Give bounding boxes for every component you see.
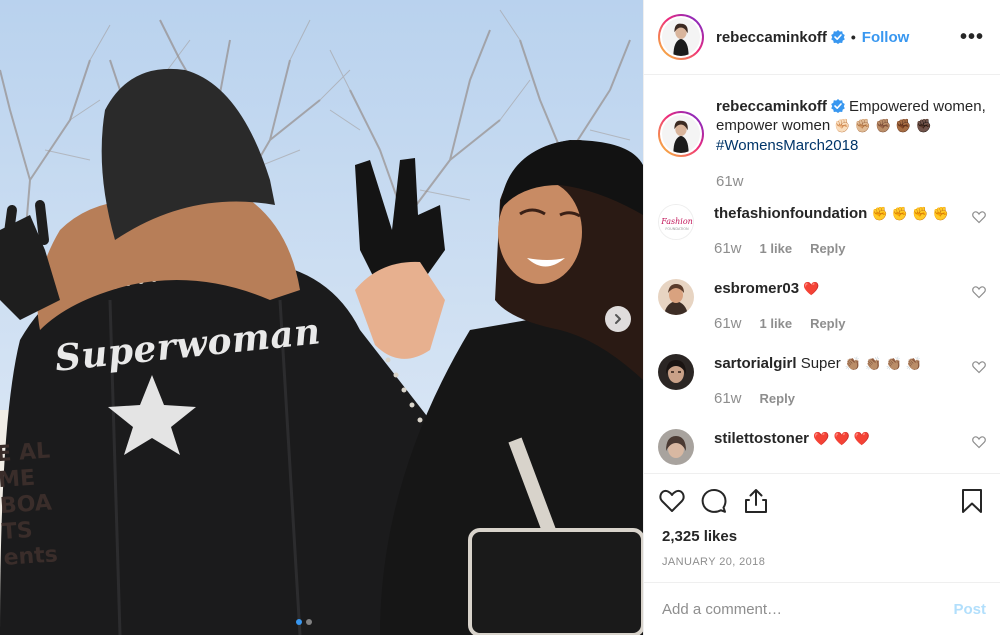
carousel-dot-active (296, 619, 302, 625)
comment-username[interactable]: thefashionfoundation (714, 205, 867, 222)
comment-likes[interactable]: 1 like (760, 241, 793, 256)
comment-like-heart-icon[interactable] (972, 285, 986, 299)
bookmark-save-icon[interactable] (958, 487, 986, 515)
chevron-right-icon (615, 314, 621, 324)
comment-reply-button[interactable]: Reply (810, 241, 845, 256)
comment-input[interactable] (662, 600, 954, 618)
post-header: rebeccaminkoff • Follow ••• (644, 0, 1000, 75)
comment-text: Super (800, 355, 841, 372)
like-heart-icon[interactable] (658, 487, 686, 515)
commenter-avatar[interactable] (658, 279, 694, 315)
author-avatar-image (662, 18, 700, 56)
commenter-avatar[interactable]: Fashion FOUNDATION (658, 204, 694, 240)
comment-like-heart-icon[interactable] (972, 210, 986, 224)
comment-username[interactable]: esbromer03 (714, 280, 799, 297)
add-comment-bar: Post (644, 582, 1000, 635)
comments-list[interactable]: rebeccaminkoff Empowered women, empower … (644, 75, 1000, 473)
caption-fist-emoji: ✊🏻 ✊🏼 ✊🏽 ✊🏾 ✊🏿 (834, 119, 932, 134)
comment-emoji: 👏🏽 👏🏽 👏🏽 👏🏽 (844, 357, 923, 372)
caption-username[interactable]: rebeccaminkoff (716, 98, 827, 115)
comment-bubble-icon[interactable] (700, 487, 728, 515)
carousel-next-button[interactable] (605, 306, 631, 332)
comment-item: sartorialgirl Super 👏🏽 👏🏽 👏🏽 👏🏽 61w Repl… (658, 354, 986, 407)
comment-item: stilettostoner ❤️ ❤️ ❤️ (658, 429, 986, 465)
comment-likes[interactable]: 1 like (760, 316, 793, 331)
comment-username[interactable]: sartorialgirl (714, 355, 797, 372)
more-options-button[interactable]: ••• (960, 27, 984, 47)
carousel-indicator (296, 619, 312, 625)
photo-scene (0, 0, 643, 635)
verified-badge-icon (831, 99, 845, 113)
caption-hashtag[interactable]: #WomensMarch2018 (716, 137, 858, 154)
comment-reply-button[interactable]: Reply (810, 316, 845, 331)
svg-text:Fashion: Fashion (660, 217, 693, 226)
caption-text: rebeccaminkoff Empowered women, empower … (716, 97, 986, 155)
svg-text:FOUNDATION: FOUNDATION (665, 227, 689, 231)
comment-like-heart-icon[interactable] (972, 360, 986, 374)
user-photo-icon (658, 279, 694, 315)
comment-like-heart-icon[interactable] (972, 435, 986, 449)
post-photo[interactable]: Superwoman E AL ME BOA TS ents (0, 0, 643, 635)
caption-time[interactable]: 61w (716, 173, 744, 190)
verified-badge-icon (831, 30, 845, 44)
fashion-foundation-logo-icon: Fashion FOUNDATION (659, 205, 693, 239)
comment-item: Fashion FOUNDATION thefashionfoundation … (658, 204, 986, 257)
comment-emoji: ✊ ✊ ✊ ✊ (871, 207, 949, 222)
comment-username[interactable]: stilettostoner (714, 430, 809, 447)
post-date[interactable]: JANUARY 20, 2018 (644, 550, 1000, 582)
follow-button[interactable]: Follow (862, 29, 910, 46)
commenter-avatar[interactable] (658, 429, 694, 465)
likes-count[interactable]: 2,325 likes (644, 528, 1000, 550)
comment-emoji: ❤️ (803, 282, 820, 297)
user-photo-icon (658, 354, 694, 390)
comment-emoji: ❤️ ❤️ ❤️ (813, 432, 871, 447)
caption-avatar-image (662, 115, 700, 153)
caption-avatar[interactable] (658, 111, 704, 157)
header-separator: • (850, 29, 856, 45)
post-comment-button[interactable]: Post (953, 601, 986, 618)
comment-reply-button[interactable]: Reply (760, 391, 795, 406)
user-photo-icon (658, 429, 694, 465)
author-avatar[interactable] (658, 14, 704, 60)
share-icon[interactable] (742, 487, 770, 515)
protest-sign-text: E AL ME BOA TS ents (0, 438, 59, 571)
header-username[interactable]: rebeccaminkoff (716, 29, 827, 46)
action-bar (644, 473, 1000, 528)
post-side-panel: rebeccaminkoff • Follow ••• rebeccaminko… (643, 0, 1000, 635)
carousel-dot (306, 619, 312, 625)
comment-time[interactable]: 61w (714, 240, 742, 257)
comment-time[interactable]: 61w (714, 315, 742, 332)
comment-time[interactable]: 61w (714, 390, 742, 407)
commenter-avatar[interactable] (658, 354, 694, 390)
instagram-post: Superwoman E AL ME BOA TS ents rebeccami… (0, 0, 1000, 635)
caption-item: rebeccaminkoff Empowered women, empower … (658, 97, 986, 190)
comment-item: esbromer03 ❤️ 61w 1 like Reply (658, 279, 986, 332)
